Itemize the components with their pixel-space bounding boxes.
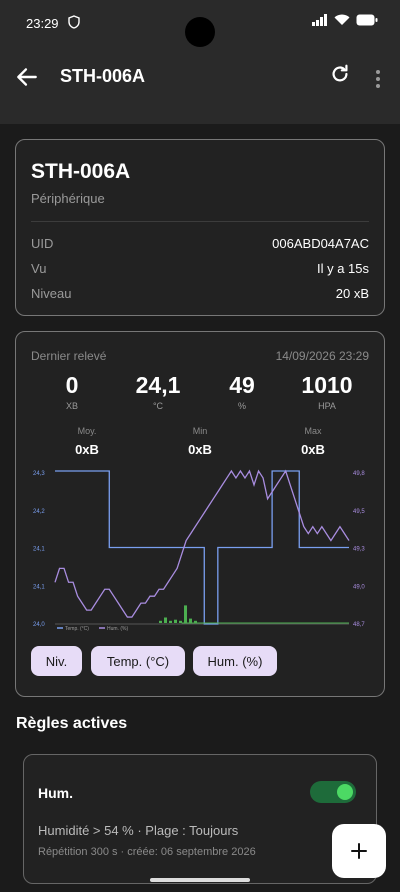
legend-hum-label: Hum. (%) [107,626,128,631]
metric-pressure: 1010 HPA [282,372,372,411]
level-bar [179,620,182,623]
left-axis-tick: 24,2 [33,509,45,515]
more-vert-icon[interactable] [370,68,386,90]
chip-temperature[interactable]: Temp. (°C) [91,646,185,676]
last-reading-timestamp: 14/09/2026 23:29 [275,349,369,363]
left-axis-tick: 24,1 [33,584,45,590]
left-axis-tick: 24,0 [33,622,45,628]
level-bar [184,605,187,623]
stat-value: 0xB [301,442,325,457]
level-bar [164,617,167,623]
home-indicator [150,878,250,882]
stat-max: Max 0xB [273,426,353,457]
stat-min: Min 0xB [160,426,240,457]
temperature-series-line [55,470,349,625]
level-bar [159,620,162,623]
right-axis-tick: 49,3 [353,547,365,553]
right-axis-tick: 48,7 [353,622,365,628]
stat-label: Max [304,426,322,436]
status-time: 23:29 [26,16,59,31]
level-value: 20 xB [335,286,369,301]
stat-label: Moy. [77,426,97,436]
metric-unit: HPA [318,401,336,411]
level-row: Niveau 20 xB [31,286,369,304]
uid-value: 006ABD04A7AC [272,236,369,251]
metric-value: 1010 [301,372,353,398]
metric-temperature: 24,1 °C [113,372,203,411]
rule-title: Hum. [38,785,73,801]
metric-unit: % [237,401,246,411]
right-axis-tick: 49,8 [353,471,365,477]
legend-temp-label: Temp. (°C) [65,626,89,631]
rule-toggle[interactable] [310,781,356,803]
camera-cutout [185,17,215,47]
metric-value: 0 [65,372,79,398]
wifi-icon [334,14,350,25]
level-label: Niveau [31,286,72,301]
stat-label: Min [192,426,208,436]
toggle-knob [337,784,353,800]
uid-row: UID 006ABD04A7AC [31,236,369,254]
device-name: STH-006A [31,160,131,183]
back-arrow-icon[interactable] [14,64,40,90]
metric-humidity: 49 % [197,372,287,411]
right-axis-tick: 49,0 [353,584,365,590]
chip-level[interactable]: Niv. [31,646,82,676]
device-type: Périphérique [31,191,105,206]
battery-icon [356,14,378,26]
sensor-chart: 24,3 24,2 24,1 24,1 24,0 49,8 49,5 49,3 49,0 48,7… [33,469,365,631]
metric-level: 0 XB [27,372,117,411]
status-icons [312,14,378,26]
add-rule-button[interactable] [332,824,386,878]
humidity-series-line [54,469,350,618]
rule-card[interactable]: Hum. Humidité > 54 % · Plage : Toujours … [23,754,377,884]
stat-value: 0xB [188,442,212,457]
status-bar: 23:29 [0,0,400,48]
app-bar: STH-006A [0,48,400,124]
left-axis-tick: 24,1 [33,547,45,553]
rules-section-title: Règles actives [16,715,128,732]
last-reading-label: Dernier relevé [31,349,107,363]
shield-icon [68,15,80,29]
refresh-icon[interactable] [329,63,351,85]
page-title: STH-006A [60,66,146,86]
reading-card: Dernier relevé 14/09/2026 23:29 0 XB 24,… [15,331,385,697]
rule-meta: Répétition 300 s · créée: 06 septembre 2… [38,846,256,858]
metric-value: 49 [229,372,255,398]
chip-humidity[interactable]: Hum. (%) [193,646,277,676]
level-bar [189,618,192,623]
metric-unit: XB [65,401,78,411]
seen-label: Vu [31,261,47,276]
metric-value: 24,1 [135,372,181,398]
plus-icon [351,843,367,859]
stat-value: 0xB [75,442,99,457]
uid-label: UID [31,236,54,251]
divider [31,221,369,222]
level-bar [169,620,172,623]
left-axis-tick: 24,3 [33,471,45,477]
level-bar [194,620,197,623]
level-bar [174,619,177,623]
device-card: STH-006A Périphérique UID 006ABD04A7AC V… [15,139,385,316]
signal-icon [312,14,327,26]
rule-description: Humidité > 54 % · Plage : Toujours [38,823,239,838]
metric-unit: °C [152,401,164,411]
seen-row: Vu Il y a 15s [31,261,369,279]
stat-avg: Moy. 0xB [47,426,127,457]
seen-value: Il y a 15s [316,261,369,276]
right-axis-tick: 49,5 [353,509,365,515]
